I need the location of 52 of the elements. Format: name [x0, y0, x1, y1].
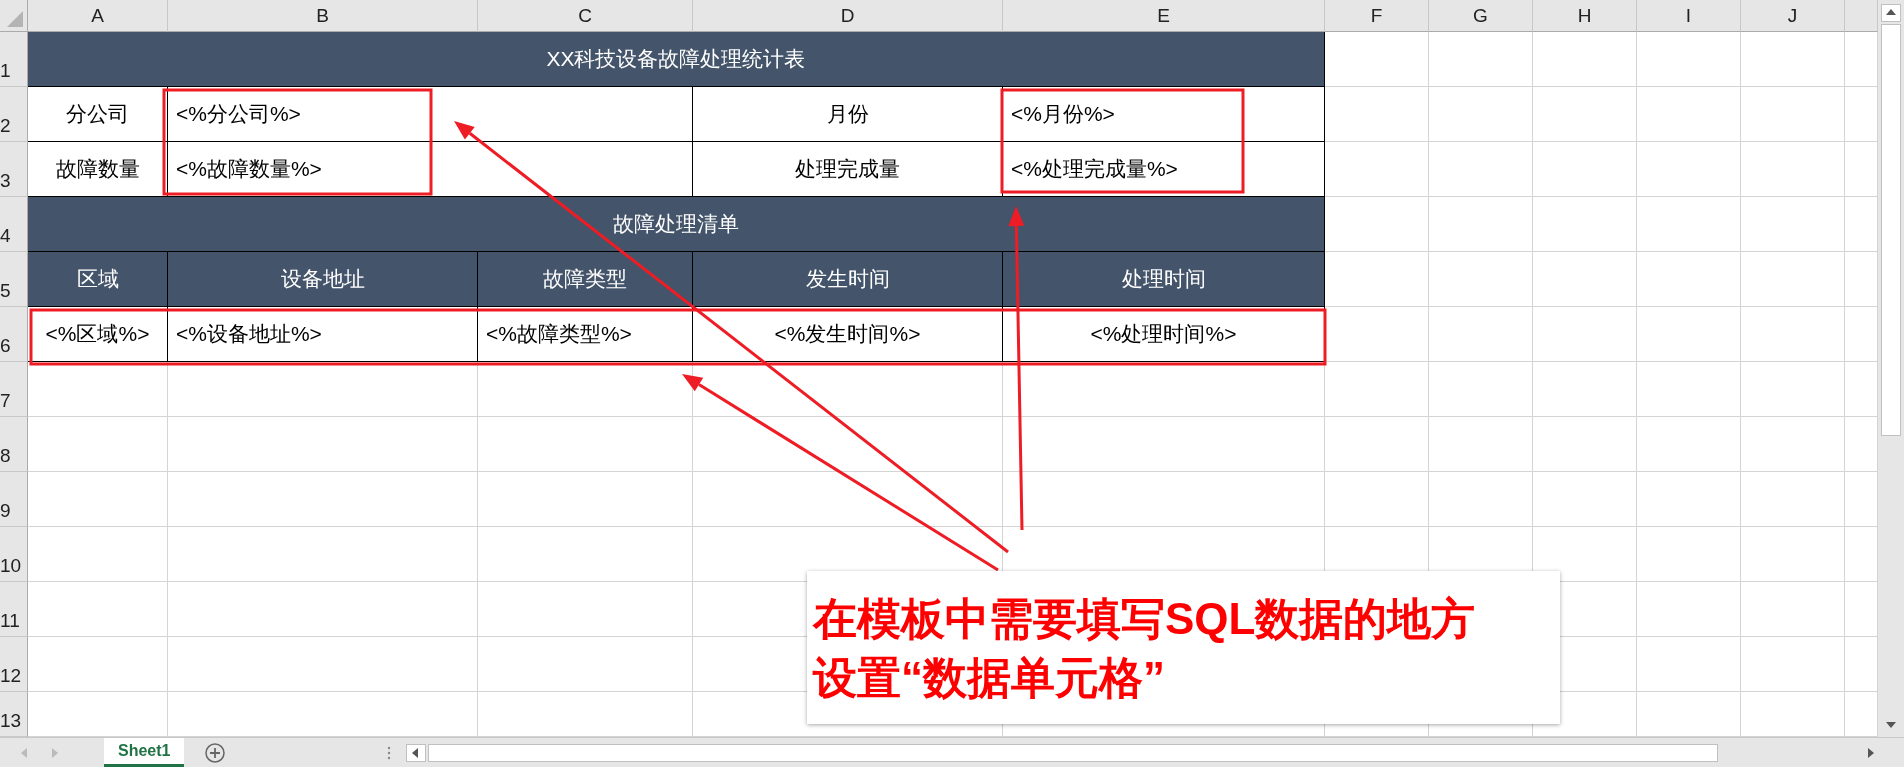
data-cell: <%处理完成量%> — [1003, 142, 1325, 197]
column-letter[interactable]: B — [168, 0, 478, 32]
column-letter[interactable]: I — [1637, 0, 1741, 32]
column-letter[interactable]: D — [693, 0, 1003, 32]
add-sheet-icon[interactable] — [204, 741, 227, 764]
column-header: 设备地址 — [168, 252, 478, 307]
data-cell: <%区域%> — [28, 307, 168, 362]
section-title: 故障处理清单 — [28, 197, 1325, 252]
row-number[interactable]: 5 — [0, 252, 28, 307]
row-number[interactable]: 3 — [0, 142, 28, 197]
field-label: 分公司 — [28, 87, 168, 142]
column-header: 处理时间 — [1003, 252, 1325, 307]
column-letter[interactable]: F — [1325, 0, 1429, 32]
data-cell: <%发生时间%> — [693, 307, 1003, 362]
callout-text: 在模板中需要填写SQL数据的地方 — [813, 592, 1477, 645]
vertical-scrollbar[interactable] — [1878, 0, 1904, 737]
scroll-thumb[interactable] — [1881, 24, 1901, 436]
column-letter[interactable]: A — [28, 0, 168, 32]
column-letter[interactable]: G — [1429, 0, 1533, 32]
row-number[interactable]: 2 — [0, 87, 28, 142]
field-label: 月份 — [693, 87, 1003, 142]
row-number[interactable]: 1 — [0, 32, 28, 87]
sheet-tab[interactable]: Sheet1 — [104, 738, 185, 767]
column-letter[interactable]: C — [478, 0, 693, 32]
data-cell: <%故障数量%> — [168, 142, 693, 197]
row-number[interactable]: 6 — [0, 307, 28, 362]
splitter-handle-icon[interactable] — [386, 744, 393, 761]
column-header: 区域 — [28, 252, 168, 307]
data-cell: <%故障类型%> — [478, 307, 693, 362]
row-number[interactable]: 4 — [0, 197, 28, 252]
data-cell: <%处理时间%> — [1003, 307, 1325, 362]
row-number[interactable]: 7 — [0, 362, 28, 417]
column-header: 故障类型 — [478, 252, 693, 307]
data-cell: <%分公司%> — [168, 87, 693, 142]
column-header-cell[interactable] — [1845, 0, 1878, 32]
report-title: XX科技设备故障处理统计表 — [28, 32, 1325, 87]
scroll-thumb[interactable] — [428, 743, 1718, 762]
row-number[interactable]: 13 — [0, 692, 28, 737]
column-header: 发生时间 — [693, 252, 1003, 307]
data-cell: <%设备地址%> — [168, 307, 478, 362]
row-number[interactable]: 8 — [0, 417, 28, 472]
row-number[interactable]: 10 — [0, 527, 28, 582]
data-cell: <%月份%> — [1003, 87, 1325, 142]
row-number[interactable]: 9 — [0, 472, 28, 527]
row-number[interactable]: 12 — [0, 637, 28, 692]
column-letter[interactable]: H — [1533, 0, 1637, 32]
row-number[interactable]: 11 — [0, 582, 28, 637]
column-letter[interactable]: J — [1741, 0, 1845, 32]
column-letter[interactable]: E — [1003, 0, 1325, 32]
callout-text: 设置“数据单元格” — [813, 651, 1166, 704]
field-label: 故障数量 — [28, 142, 168, 197]
corner-cell[interactable] — [0, 0, 28, 32]
